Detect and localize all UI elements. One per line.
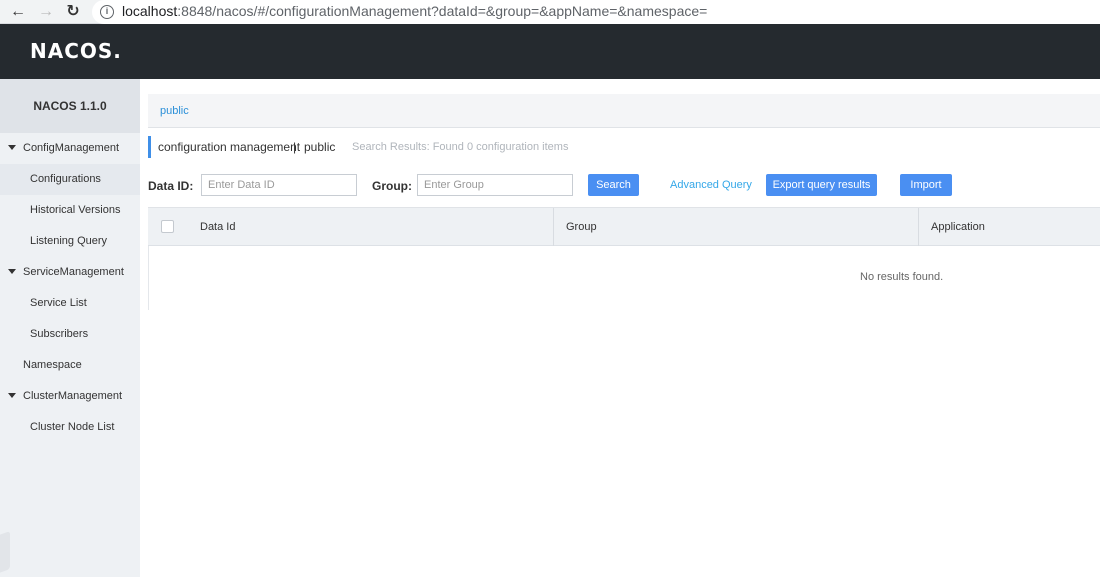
column-divider: [553, 208, 554, 246]
reload-button[interactable]: ↻: [63, 2, 83, 22]
sidebar-item-subscribers[interactable]: Subscribers: [0, 319, 140, 350]
address-bar[interactable]: i localhost:8848/nacos/#/configurationMa…: [92, 0, 1100, 24]
title-separator: |: [293, 140, 297, 154]
group-input[interactable]: Enter Group: [417, 174, 573, 196]
back-button[interactable]: ←: [8, 2, 28, 22]
reload-icon: ↻: [66, 3, 80, 20]
forward-button[interactable]: →: [36, 2, 56, 22]
arrow-left-icon: ←: [10, 3, 26, 20]
sidebar-item-service-list[interactable]: Service List: [0, 288, 140, 319]
search-result-summary: Search Results: Found 0 configuration it…: [352, 141, 569, 153]
sidebar-item-listening-query[interactable]: Listening Query: [0, 226, 140, 257]
sidebar-item-configurations[interactable]: Configurations: [0, 164, 140, 195]
sidebar-item-label: Historical Versions: [30, 204, 121, 216]
sidebar-group-service-management[interactable]: ServiceManagement: [0, 257, 140, 288]
sidebar-group-cluster-management[interactable]: ClusterManagement: [0, 381, 140, 412]
namespace-link-public[interactable]: public: [160, 105, 189, 117]
sidebar-item-label: Configurations: [30, 173, 101, 185]
column-header-application[interactable]: Application: [931, 208, 985, 246]
sidebar-group-label: ClusterManagement: [23, 390, 123, 402]
caret-down-icon: [8, 393, 16, 398]
sidebar-item-label: Namespace: [23, 359, 82, 371]
sidebar: NACOS 1.1.0 ConfigManagement Configurati…: [0, 79, 140, 577]
sidebar-item-cluster-node-list[interactable]: Cluster Node List: [0, 412, 140, 443]
url-path: :8848/nacos/#/configurationManagement?da…: [177, 3, 708, 19]
export-query-results-button[interactable]: Export query results: [766, 174, 877, 196]
data-id-label: Data ID:: [148, 179, 194, 193]
sidebar-group-config-management[interactable]: ConfigManagement: [0, 133, 140, 164]
column-header-data-id[interactable]: Data Id: [200, 208, 235, 246]
table-border: [148, 246, 149, 310]
arrow-right-icon: →: [38, 3, 54, 20]
column-header-group[interactable]: Group: [566, 208, 597, 246]
browser-toolbar: ← → ↻ i localhost:8848/nacos/#/configura…: [0, 0, 1100, 24]
advanced-query-link[interactable]: Advanced Query: [670, 179, 752, 191]
app-header: NACOS.: [0, 24, 1100, 79]
page-title: configuration management: [158, 140, 301, 154]
title-accent-bar: [148, 136, 151, 158]
version-label: NACOS 1.1.0: [0, 79, 140, 133]
sidebar-group-label: ServiceManagement: [23, 266, 124, 278]
url-host: localhost: [122, 3, 178, 19]
sidebar-item-historical-versions[interactable]: Historical Versions: [0, 195, 140, 226]
sidebar-item-label: Service List: [30, 297, 87, 309]
import-button[interactable]: Import: [900, 174, 952, 196]
url-text[interactable]: localhost:8848/nacos/#/configurationMana…: [122, 3, 707, 19]
caret-down-icon: [8, 269, 16, 274]
nacos-logo[interactable]: NACOS.: [30, 39, 122, 63]
table-body: No results found.: [148, 246, 1100, 310]
info-icon[interactable]: i: [100, 5, 114, 19]
column-divider: [918, 208, 919, 246]
sidebar-item-namespace[interactable]: Namespace: [0, 350, 140, 381]
select-all-checkbox[interactable]: [161, 220, 174, 233]
sidebar-group-label: ConfigManagement: [23, 142, 120, 154]
group-label: Group:: [372, 179, 412, 193]
search-button[interactable]: Search: [588, 174, 639, 196]
sidebar-item-label: Cluster Node List: [30, 421, 115, 433]
empty-state-text: No results found.: [860, 271, 944, 283]
data-id-input[interactable]: Enter Data ID: [201, 174, 357, 196]
namespace-bar: public: [148, 94, 1100, 128]
sidebar-item-label: Listening Query: [30, 235, 108, 247]
caret-down-icon: [8, 145, 16, 150]
table-header: Data Id Group Application: [148, 207, 1100, 246]
sidebar-collapse-handle[interactable]: [0, 530, 10, 577]
title-namespace: public: [304, 140, 336, 154]
sidebar-item-label: Subscribers: [30, 328, 89, 340]
